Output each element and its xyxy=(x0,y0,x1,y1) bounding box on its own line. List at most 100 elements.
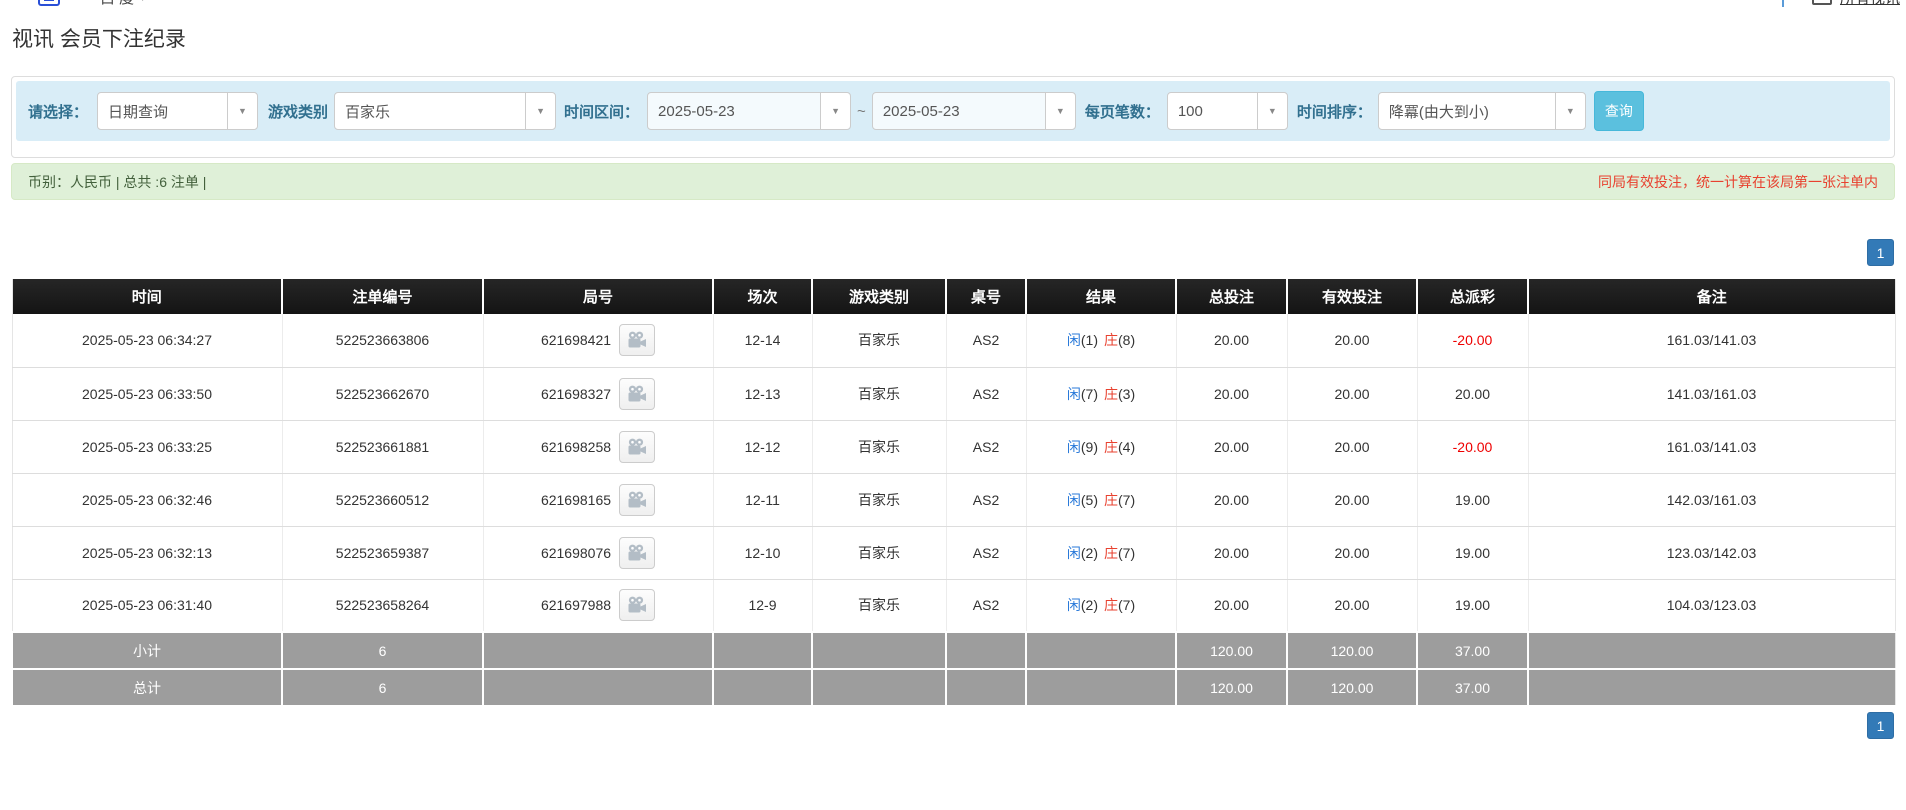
video-camera-icon xyxy=(627,491,647,509)
cell-time: 2025-05-23 06:31:40 xyxy=(12,579,282,632)
chevron-down-icon[interactable]: ▼ xyxy=(227,93,257,129)
query-button[interactable]: 查询 xyxy=(1594,91,1644,131)
cell-total-bet[interactable]: 20.00 xyxy=(1176,526,1287,579)
cell-remark: 161.03/141.03 xyxy=(1528,314,1895,367)
cell-payout: -20.00 xyxy=(1417,314,1528,367)
query-type-select[interactable]: 日期查询 ▼ xyxy=(97,92,258,130)
cell-table-no: AS2 xyxy=(946,420,1026,473)
chevron-down-icon[interactable]: ▼ xyxy=(525,93,555,129)
header-result: 结果 xyxy=(1026,279,1176,314)
video-replay-button[interactable] xyxy=(619,537,655,569)
video-replay-button[interactable] xyxy=(619,589,655,621)
cell-payout: -20.00 xyxy=(1417,420,1528,473)
page-title: 视讯 会员下注纪录 xyxy=(12,26,1906,54)
cell-session: 12-13 xyxy=(713,367,812,420)
cell-result: 闲(9)庄(4) xyxy=(1026,420,1176,473)
cell-valid-bet: 20.00 xyxy=(1287,420,1417,473)
cell-session: 12-14 xyxy=(713,314,812,367)
cell-table-no: AS2 xyxy=(946,579,1026,632)
cell-game: 百家乐 xyxy=(812,314,946,367)
select-type-label: 请选择： xyxy=(28,101,88,122)
cell-valid-bet: 20.00 xyxy=(1287,367,1417,420)
top-left-fragment[interactable]: 白度 xyxy=(100,0,138,8)
cell-payout: 19.00 xyxy=(1417,579,1528,632)
subtotal-valid-bet: 120.00 xyxy=(1287,632,1417,669)
table-row: 2025-05-23 06:32:13 522523659387 6216980… xyxy=(12,526,1895,579)
chevron-down-icon[interactable]: ▼ xyxy=(1257,93,1287,129)
cell-remark: 161.03/141.03 xyxy=(1528,420,1895,473)
cell-remark: 141.03/161.03 xyxy=(1528,367,1895,420)
date-to-value: 2025-05-23 xyxy=(873,93,1045,129)
video-replay-button[interactable] xyxy=(619,431,655,463)
cell-time: 2025-05-23 06:32:46 xyxy=(12,473,282,526)
header-bet-id: 注单编号 xyxy=(282,279,483,314)
bets-table: 时间 注单编号 局号 场次 游戏类别 桌号 结果 总投注 有效投注 总派彩 备注… xyxy=(11,279,1896,707)
cell-remark: 142.03/161.03 xyxy=(1528,473,1895,526)
player-result: 闲 xyxy=(1067,545,1081,561)
date-from-value: 2025-05-23 xyxy=(648,93,820,129)
total-valid-bet: 120.00 xyxy=(1287,669,1417,706)
time-sort-select[interactable]: 降冪(由大到小) ▼ xyxy=(1378,92,1586,130)
video-replay-button[interactable] xyxy=(619,378,655,410)
top-right-fragment[interactable]: 所有视讯 xyxy=(1840,0,1900,8)
cell-valid-bet: 20.00 xyxy=(1287,579,1417,632)
cell-payout: 19.00 xyxy=(1417,526,1528,579)
cell-result: 闲(2)庄(7) xyxy=(1026,579,1176,632)
banker-result: 庄 xyxy=(1104,332,1118,348)
cell-total-bet[interactable]: 20.00 xyxy=(1176,420,1287,473)
cell-time: 2025-05-23 06:33:50 xyxy=(12,367,282,420)
game-category-value: 百家乐 xyxy=(335,93,525,129)
player-result: 闲 xyxy=(1067,439,1081,455)
page-1-button[interactable]: 1 xyxy=(1867,712,1894,739)
chevron-down-icon[interactable]: ▼ xyxy=(1045,93,1075,129)
chevron-down-icon[interactable]: ▼ xyxy=(820,93,850,129)
video-replay-button[interactable] xyxy=(619,324,655,356)
total-row: 总计 6 120.00 120.00 37.00 xyxy=(12,669,1895,706)
game-category-select[interactable]: 百家乐 ▼ xyxy=(334,92,556,130)
cell-total-bet[interactable]: 20.00 xyxy=(1176,314,1287,367)
cell-table-no: AS2 xyxy=(946,526,1026,579)
table-row: 2025-05-23 06:32:46 522523660512 6216981… xyxy=(12,473,1895,526)
video-camera-icon xyxy=(627,544,647,562)
player-result: 闲 xyxy=(1067,492,1081,508)
pagination-top: 1 xyxy=(12,239,1894,266)
date-to-input[interactable]: 2025-05-23 ▼ xyxy=(872,92,1076,130)
video-camera-icon xyxy=(627,331,647,349)
player-result: 闲 xyxy=(1067,597,1081,613)
cell-game: 百家乐 xyxy=(812,526,946,579)
video-camera-icon xyxy=(627,596,647,614)
cell-table-no: AS2 xyxy=(946,473,1026,526)
table-row: 2025-05-23 06:33:50 522523662670 6216983… xyxy=(12,367,1895,420)
header-valid-bet: 有效投注 xyxy=(1287,279,1417,314)
per-page-select[interactable]: 100 ▼ xyxy=(1167,92,1288,130)
header-table-no: 桌号 xyxy=(946,279,1026,314)
header-payout: 总派彩 xyxy=(1417,279,1528,314)
range-separator: ~ xyxy=(857,103,866,120)
page-1-button[interactable]: 1 xyxy=(1867,239,1894,266)
header-game: 游戏类别 xyxy=(812,279,946,314)
cell-time: 2025-05-23 06:32:13 xyxy=(12,526,282,579)
banker-result: 庄 xyxy=(1104,386,1118,402)
cell-time: 2025-05-23 06:33:25 xyxy=(12,420,282,473)
cell-total-bet[interactable]: 20.00 xyxy=(1176,367,1287,420)
cell-session: 12-10 xyxy=(713,526,812,579)
app-logo-icon[interactable] xyxy=(38,0,60,6)
game-category-label: 游戏类别 xyxy=(268,101,328,122)
cell-table-no: AS2 xyxy=(946,367,1026,420)
date-from-input[interactable]: 2025-05-23 ▼ xyxy=(647,92,851,130)
per-page-label: 每页笔数： xyxy=(1085,101,1160,122)
cell-total-bet[interactable]: 20.00 xyxy=(1176,579,1287,632)
round-number: 621698258 xyxy=(541,439,611,455)
total-label: 总计 xyxy=(12,669,282,706)
player-result: 闲 xyxy=(1067,332,1081,348)
same-round-notice: 同局有效投注，统一计算在该局第一张注单内 xyxy=(1598,172,1878,192)
cell-total-bet[interactable]: 20.00 xyxy=(1176,473,1287,526)
subtotal-label: 小计 xyxy=(12,632,282,669)
chevron-down-icon[interactable]: ▼ xyxy=(1555,93,1585,129)
cell-session: 12-9 xyxy=(713,579,812,632)
video-replay-button[interactable] xyxy=(619,484,655,516)
round-number: 621698076 xyxy=(541,545,611,561)
pagination-bottom: 1 xyxy=(12,712,1894,739)
banker-result: 庄 xyxy=(1104,492,1118,508)
round-number: 621697988 xyxy=(541,597,611,613)
